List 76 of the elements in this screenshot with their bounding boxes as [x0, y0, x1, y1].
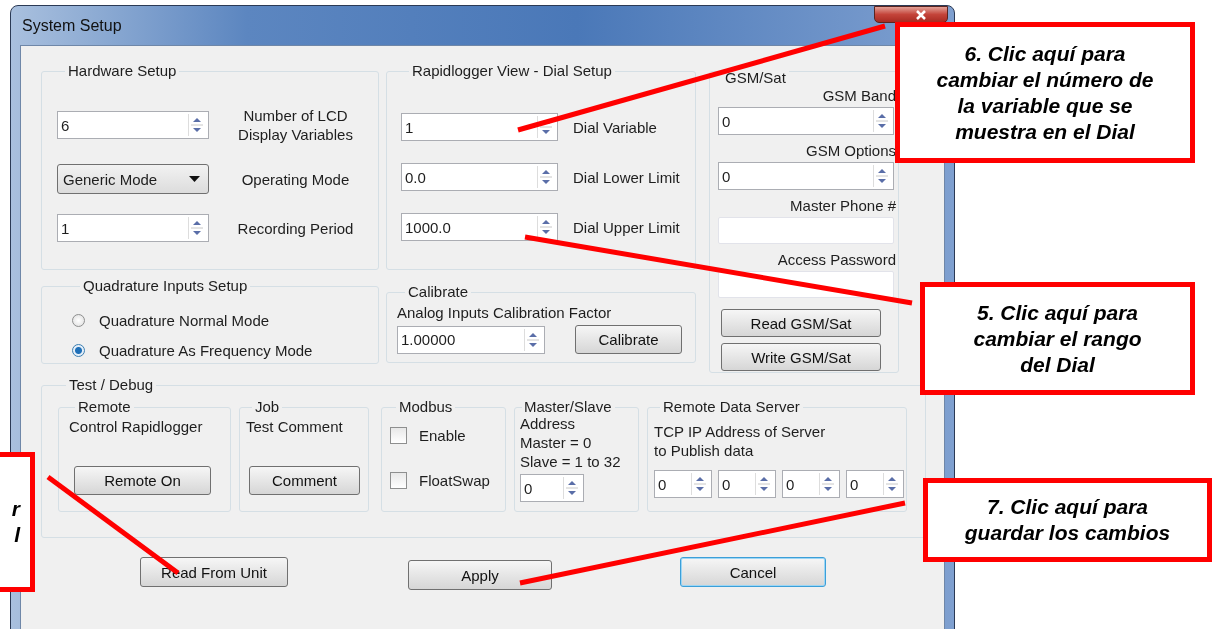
field-label: Number of LCD Display Variables [237, 106, 354, 144]
group-title: Modbus [398, 398, 454, 416]
spin-box[interactable]: 6 [57, 111, 209, 139]
group-text: Address Master = 0 Slave = 1 to 32 [520, 414, 622, 471]
spin-arrows-icon[interactable] [873, 110, 890, 132]
spin-arrows-icon[interactable] [691, 473, 708, 495]
close-button[interactable] [874, 6, 948, 23]
group-title: Quadrature Inputs Setup [82, 277, 249, 295]
group-title: Remote Data Server [662, 398, 801, 416]
spin-box[interactable]: 0 [654, 470, 712, 498]
field-label: Recording Period [236, 218, 355, 238]
spin-box[interactable]: 0 [718, 470, 776, 498]
spin-box[interactable]: 0 [782, 470, 840, 498]
spin-arrows-icon[interactable] [755, 473, 772, 495]
spin-box[interactable]: 0 [718, 162, 894, 190]
group-text: TCP IP Address of Server to Publish data [654, 422, 827, 460]
spin-arrows-icon[interactable] [563, 477, 580, 499]
callout-text: 5. Clic aquí para cambiar el rango del Dial [920, 282, 1195, 395]
calibrate-button[interactable]: Calibrate [575, 325, 682, 354]
spin-arrows-icon[interactable] [524, 328, 541, 351]
field-label: Dial Upper Limit [573, 218, 681, 236]
field-label: Analog Inputs Calibration Factor [397, 303, 613, 322]
checkbox-label: FloatSwap [419, 472, 490, 489]
gsm-button[interactable]: Read GSM/Sat [721, 309, 881, 337]
group-text: Test Comment [246, 417, 344, 436]
field-label: Dial Lower Limit [573, 168, 681, 186]
spin-arrows-icon[interactable] [188, 114, 205, 136]
field-label: Master Phone # [789, 196, 896, 215]
field-label: Access Password [776, 250, 896, 269]
text-field[interactable] [718, 217, 894, 244]
mode-dropdown[interactable]: Generic Mode [57, 164, 209, 194]
spin-box[interactable]: 1.00000 [397, 325, 545, 354]
group-title: Calibrate [407, 283, 470, 301]
callout-text: r l [0, 452, 35, 592]
field-label: GSM Band [821, 86, 896, 105]
caret-icon [189, 176, 200, 182]
remote-on-button[interactable]: Remote On [74, 466, 211, 495]
dialog-button[interactable]: Apply [408, 560, 552, 590]
field-label: Dial Variable [573, 118, 658, 136]
callout-text: 6. Clic aquí para cambiar el número de la variable que se muestra en el Dial [895, 22, 1195, 163]
spin-arrows-icon[interactable] [537, 216, 554, 238]
spin-box[interactable]: 0 [520, 474, 584, 502]
checkbox-label: Enable [419, 427, 466, 444]
group-title: Remote [77, 398, 132, 416]
spin-box[interactable]: 0 [718, 107, 894, 135]
radio-button[interactable] [72, 313, 85, 327]
checkbox[interactable] [390, 427, 407, 444]
field-label: GSM Options [804, 141, 896, 160]
spin-arrows-icon[interactable] [883, 473, 900, 495]
spin-arrows-icon[interactable] [537, 166, 554, 188]
callout-text: 7. Clic aquí para guardar los cambios [923, 478, 1212, 562]
group-title: Job [254, 398, 281, 416]
group-text: Control Rapidlogger [69, 417, 204, 436]
close-icon [915, 9, 927, 20]
gsm-button[interactable]: Write GSM/Sat [721, 343, 881, 371]
spin-arrows-icon[interactable] [873, 165, 890, 187]
radio-label: Quadrature Normal Mode [99, 311, 270, 329]
spin-box[interactable]: 1 [57, 214, 209, 242]
spin-box[interactable]: 1 [401, 113, 558, 141]
spin-arrows-icon[interactable] [819, 473, 836, 495]
dialog-button[interactable]: Cancel [680, 557, 826, 587]
spin-arrows-icon[interactable] [537, 116, 554, 138]
group-title: Rapidlogger View - Dial Setup [411, 62, 613, 80]
field-label: Operating Mode [240, 169, 351, 189]
spin-arrows-icon[interactable] [188, 217, 205, 239]
radio-button[interactable] [72, 343, 85, 357]
group-title: Hardware Setup [67, 62, 178, 80]
comment-button[interactable]: Comment [249, 466, 360, 495]
spin-box[interactable]: 1000.0 [401, 213, 558, 241]
spin-box[interactable]: 0 [846, 470, 904, 498]
window-title: System Setup [22, 16, 122, 35]
checkbox[interactable] [390, 472, 407, 489]
group-title: Master/Slave [523, 398, 613, 416]
radio-label: Quadrature As Frequency Mode [99, 341, 313, 359]
spin-box[interactable]: 0.0 [401, 163, 558, 191]
group-title: Test / Debug [68, 376, 155, 394]
